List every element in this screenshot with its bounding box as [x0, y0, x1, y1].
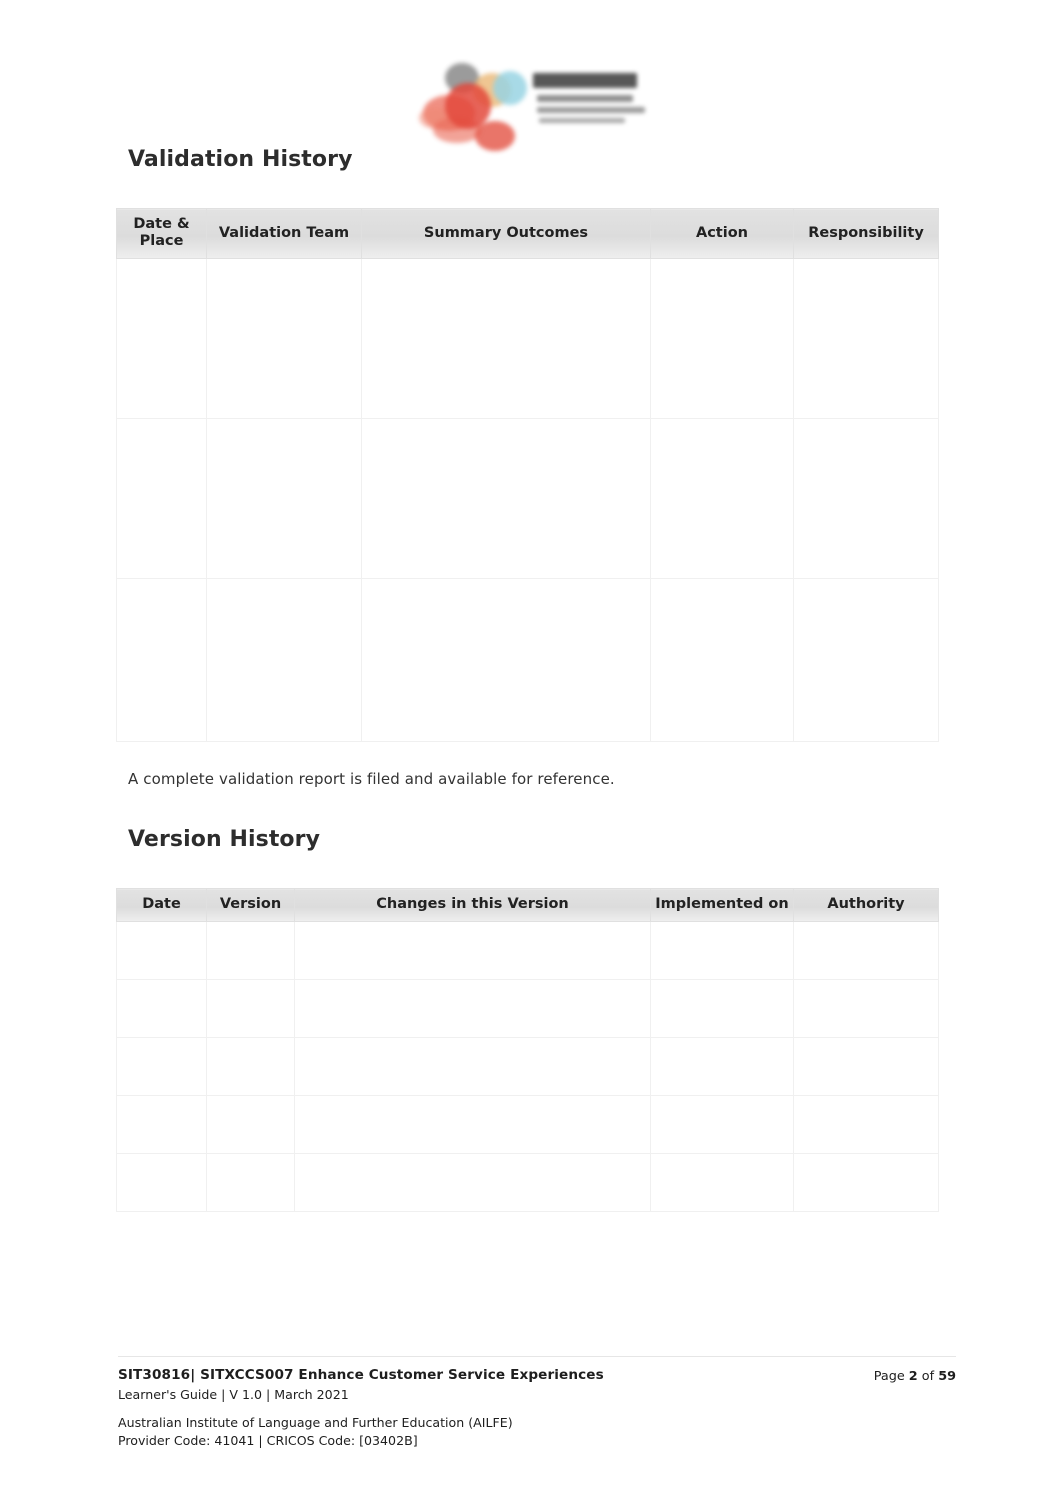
footer-divider — [118, 1356, 956, 1357]
footer-org-codes: Provider Code: 41041 | CRICOS Code: [034… — [118, 1432, 418, 1448]
table-row — [116, 1037, 939, 1097]
table-cell[interactable] — [361, 418, 651, 580]
column-header-validation-team: Validation Team — [206, 207, 362, 260]
table-row — [116, 418, 939, 580]
column-header-responsibility: Responsibility — [793, 207, 939, 260]
table-row — [116, 921, 939, 981]
table-cell[interactable] — [116, 418, 207, 580]
page-footer: SIT30816| SITXCCS007 Enhance Customer Se… — [118, 1366, 956, 1403]
footer-org-name: Australian Institute of Language and Fur… — [118, 1415, 513, 1430]
table-cell[interactable] — [206, 1153, 295, 1213]
page-total: 59 — [938, 1369, 956, 1384]
table-cell[interactable] — [206, 1095, 295, 1155]
column-header-summary-outcomes: Summary Outcomes — [361, 207, 651, 260]
validation-report-note: A complete validation report is filed an… — [128, 770, 615, 788]
table-cell[interactable] — [294, 1153, 651, 1213]
column-header-implemented-on: Implemented on — [650, 887, 794, 923]
validation-history-heading: Validation History — [128, 147, 353, 172]
table-cell[interactable] — [294, 979, 651, 1039]
table-cell[interactable] — [206, 921, 295, 981]
table-cell[interactable] — [650, 1153, 794, 1213]
table-cell[interactable] — [116, 921, 207, 981]
table-cell[interactable] — [650, 578, 794, 743]
table-cell[interactable] — [793, 1095, 939, 1155]
page-label: Page — [873, 1369, 905, 1384]
table-cell[interactable] — [294, 921, 651, 981]
table-cell[interactable] — [793, 418, 939, 580]
table-cell[interactable] — [116, 258, 207, 420]
table-cell[interactable] — [793, 979, 939, 1039]
footer-organisation: Australian Institute of Language and Fur… — [118, 1414, 513, 1450]
table-cell[interactable] — [793, 578, 939, 743]
table-cell[interactable] — [650, 258, 794, 420]
version-history-heading: Version History — [128, 827, 321, 852]
table-cell[interactable] — [206, 418, 362, 580]
table-cell[interactable] — [206, 1037, 295, 1097]
table-row — [116, 979, 939, 1039]
table-cell[interactable] — [116, 1037, 207, 1097]
table-cell[interactable] — [650, 418, 794, 580]
table-row — [116, 1153, 939, 1213]
table-cell[interactable] — [116, 1153, 207, 1213]
column-header-action: Action — [650, 207, 794, 260]
footer-guide-line: Learner's Guide | V 1.0 | March 2021 — [118, 1387, 349, 1403]
table-cell[interactable] — [793, 921, 939, 981]
ailfe-logo — [415, 55, 651, 151]
table-cell[interactable] — [650, 921, 794, 981]
column-header-authority: Authority — [793, 887, 939, 923]
column-header-version: Version — [206, 887, 295, 923]
table-cell[interactable] — [294, 1037, 651, 1097]
footer-unit-title: SIT30816| SITXCCS007 Enhance Customer Se… — [118, 1367, 604, 1383]
footer-left: SIT30816| SITXCCS007 Enhance Customer Se… — [118, 1366, 604, 1403]
column-header-changes: Changes in this Version — [294, 887, 651, 923]
table-cell[interactable] — [650, 1095, 794, 1155]
document-page: Validation History Date & Place Validati… — [0, 0, 1062, 1506]
table-cell[interactable] — [793, 258, 939, 420]
table-cell[interactable] — [116, 1095, 207, 1155]
page-current: 2 — [908, 1369, 918, 1384]
table-cell[interactable] — [361, 578, 651, 743]
validation-history-table: Date & Place Validation Team Summary Out… — [116, 207, 939, 743]
column-header-date: Date — [116, 887, 207, 923]
table-cell[interactable] — [294, 1095, 651, 1155]
table-cell[interactable] — [206, 979, 295, 1039]
table-cell[interactable] — [116, 979, 207, 1039]
column-header-date-place: Date & Place — [116, 207, 207, 260]
table-cell[interactable] — [793, 1153, 939, 1213]
version-history-table: Date Version Changes in this Version Imp… — [116, 887, 939, 1213]
table-row — [116, 1095, 939, 1155]
table-cell[interactable] — [793, 1037, 939, 1097]
table-header-row: Date & Place Validation Team Summary Out… — [116, 207, 939, 260]
logo-wordmark — [533, 71, 651, 133]
table-cell[interactable] — [650, 979, 794, 1039]
table-row — [116, 578, 939, 743]
table-cell[interactable] — [361, 258, 651, 420]
table-cell[interactable] — [650, 1037, 794, 1097]
page-of-label: of — [921, 1369, 935, 1384]
table-cell[interactable] — [206, 578, 362, 743]
table-cell[interactable] — [116, 578, 207, 743]
logo-mark-icon — [415, 55, 527, 151]
table-header-row: Date Version Changes in this Version Imp… — [116, 887, 939, 923]
page-number-indicator: Page 2 of 59 — [874, 1366, 956, 1385]
table-row — [116, 258, 939, 420]
table-cell[interactable] — [206, 258, 362, 420]
